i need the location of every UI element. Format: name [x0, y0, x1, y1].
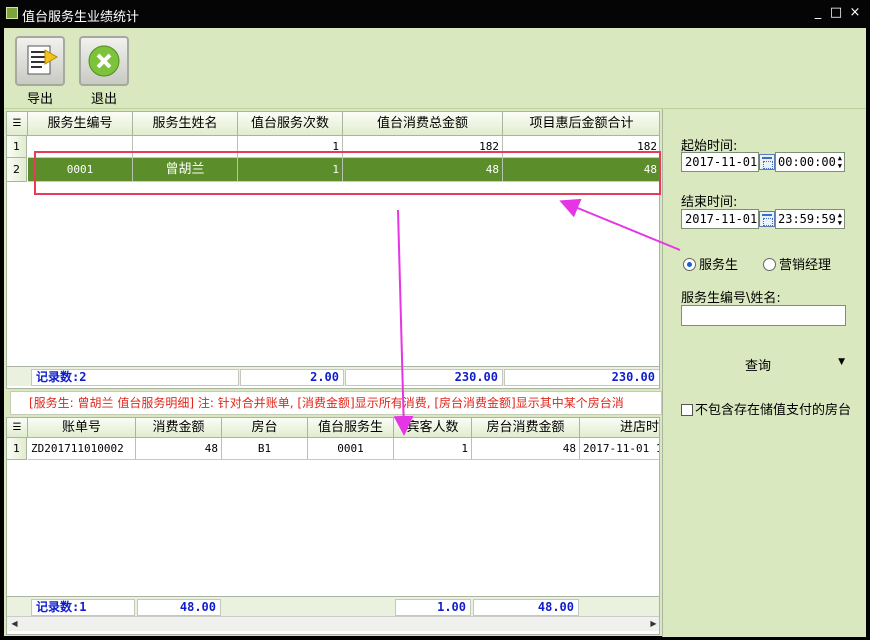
table-cell[interactable]: 曾胡兰 — [133, 158, 238, 182]
exit-label: 退出 — [90, 92, 117, 107]
end-time-input[interactable]: 23:59:59 ▲ ▼ — [775, 209, 845, 229]
spinner-icon[interactable]: ▲ ▼ — [838, 154, 842, 170]
export-button[interactable]: 导出 — [14, 36, 66, 107]
query-button[interactable]: 查询 ▼ — [715, 355, 845, 375]
discount-total: 230.00 — [504, 369, 659, 386]
dropdown-arrow-icon[interactable]: ▼ — [838, 357, 845, 367]
scroll-left-icon[interactable]: ◀ — [7, 617, 22, 631]
column-header[interactable]: 进店时间 — [580, 418, 659, 438]
end-time-value: 23:59:59 — [778, 212, 836, 226]
summary-footer: 记录数:2 2.00 230.00 230.00 — [7, 366, 659, 386]
table-cell[interactable]: 2017-11-01 16 — [580, 438, 659, 460]
room-amount-total: 48.00 — [473, 599, 579, 616]
table-cell[interactable]: 48 — [503, 158, 659, 182]
column-header[interactable]: 值台服务生 — [308, 418, 394, 438]
table-cell[interactable]: 1 — [238, 136, 343, 158]
maximize-button[interactable]: □ — [828, 5, 844, 21]
table-cell[interactable]: 182 — [343, 136, 503, 158]
export-icon — [15, 36, 65, 86]
radio-selected-icon — [683, 258, 696, 271]
column-header[interactable]: 值台消费总金额 — [343, 112, 503, 136]
radio-manager-label: 营销经理 — [779, 258, 832, 273]
search-label: 服务生编号\姓名: — [681, 291, 781, 306]
radio-manager[interactable]: 营销经理 — [763, 254, 831, 273]
toolbar: 导出 退出 — [4, 28, 866, 108]
export-label: 导出 — [26, 92, 53, 107]
column-header[interactable]: 消费金额 — [136, 418, 222, 438]
summary-grid[interactable]: ☰ 服务生编号 服务生姓名 值台服务次数 值台消费总金额 项目惠后金额合计 1 … — [6, 111, 660, 389]
column-header[interactable]: 房台 — [222, 418, 308, 438]
record-count: 记录数:2 — [31, 369, 239, 386]
table-cell[interactable] — [28, 136, 133, 158]
grid-menu-icon[interactable]: ☰ — [7, 418, 28, 438]
radio-waiter[interactable]: 服务生 — [683, 254, 738, 273]
end-date-input[interactable]: 2017-11-01 — [681, 209, 759, 229]
title-bar: 值台服务生业绩统计 _ □ × — [0, 0, 870, 28]
query-label: 查询 — [745, 359, 772, 374]
detail-note: [服务生: 曾胡兰 值台服务明细] 注: 针对合并账单, [消费金额]显示所有消… — [10, 391, 662, 415]
column-header[interactable]: 服务生姓名 — [133, 112, 238, 136]
exclude-label: 不包含存在储值支付的房台 — [695, 403, 852, 418]
start-date-input[interactable]: 2017-11-01 — [681, 152, 759, 172]
detail-grid[interactable]: ☰ 账单号 消费金额 房台 值台服务生 宾客人数 房台消费金额 进店时间 1 Z… — [6, 417, 660, 635]
detail-footer: 记录数:1 48.00 1.00 48.00 — [7, 596, 659, 616]
end-time-label: 结束时间: — [681, 195, 738, 210]
column-header[interactable]: 服务生编号 — [28, 112, 133, 136]
row-number[interactable]: 2 — [7, 158, 27, 182]
table-cell[interactable]: 182 — [503, 136, 659, 158]
table-cell[interactable]: 48 — [472, 438, 580, 460]
column-header[interactable]: 宾客人数 — [394, 418, 472, 438]
column-header[interactable]: 值台服务次数 — [238, 112, 343, 136]
exclude-stored-value-checkbox[interactable]: 不包含存在储值支付的房台 — [681, 399, 851, 418]
calendar-icon[interactable] — [759, 211, 775, 227]
main-panel: ☰ 服务生编号 服务生姓名 值台服务次数 值台消费总金额 项目惠后金额合计 1 … — [4, 108, 866, 637]
guests-total: 1.00 — [395, 599, 471, 616]
record-count: 记录数:1 — [31, 599, 135, 616]
exit-button[interactable]: 退出 — [78, 36, 130, 107]
table-cell[interactable]: 1 — [238, 158, 343, 182]
filter-panel: 起始时间: 2017-11-01 00:00:00 ▲ ▼ 结束时间: 2017-… — [662, 109, 866, 637]
horizontal-scrollbar[interactable]: ◀ ▶ — [7, 616, 659, 631]
scroll-right-icon[interactable]: ▶ — [646, 617, 659, 631]
table-cell[interactable] — [133, 136, 238, 158]
table-cell[interactable]: B1 — [222, 438, 308, 460]
row-number[interactable]: 1 — [7, 136, 27, 158]
row-number[interactable]: 1 — [7, 438, 27, 460]
table-cell[interactable]: 48 — [343, 158, 503, 182]
close-button[interactable]: × — [847, 5, 863, 21]
table-cell[interactable]: ZD201711010002 — [28, 438, 136, 460]
window-title: 值台服务生业绩统计 — [22, 10, 140, 25]
radio-unselected-icon — [763, 258, 776, 271]
search-input[interactable] — [681, 305, 846, 326]
column-header[interactable]: 账单号 — [28, 418, 136, 438]
table-cell[interactable]: 48 — [136, 438, 222, 460]
amount-total: 230.00 — [345, 369, 503, 386]
table-cell[interactable]: 0001 — [28, 158, 133, 182]
count-total: 2.00 — [240, 369, 344, 386]
radio-waiter-label: 服务生 — [699, 258, 739, 273]
app-icon — [6, 7, 18, 19]
amount-total: 48.00 — [137, 599, 221, 616]
start-time-input[interactable]: 00:00:00 ▲ ▼ — [775, 152, 845, 172]
minimize-button[interactable]: _ — [810, 5, 826, 21]
column-header[interactable]: 房台消费金额 — [472, 418, 580, 438]
table-cell[interactable]: 1 — [394, 438, 472, 460]
table-cell[interactable]: 0001 — [308, 438, 394, 460]
column-header[interactable]: 项目惠后金额合计 — [503, 112, 659, 136]
calendar-icon[interactable] — [759, 154, 775, 170]
grid-menu-icon[interactable]: ☰ — [7, 112, 28, 136]
checkbox-icon — [681, 404, 693, 416]
start-time-value: 00:00:00 — [778, 155, 836, 169]
exit-icon — [79, 36, 129, 86]
spinner-icon[interactable]: ▲ ▼ — [838, 211, 842, 227]
